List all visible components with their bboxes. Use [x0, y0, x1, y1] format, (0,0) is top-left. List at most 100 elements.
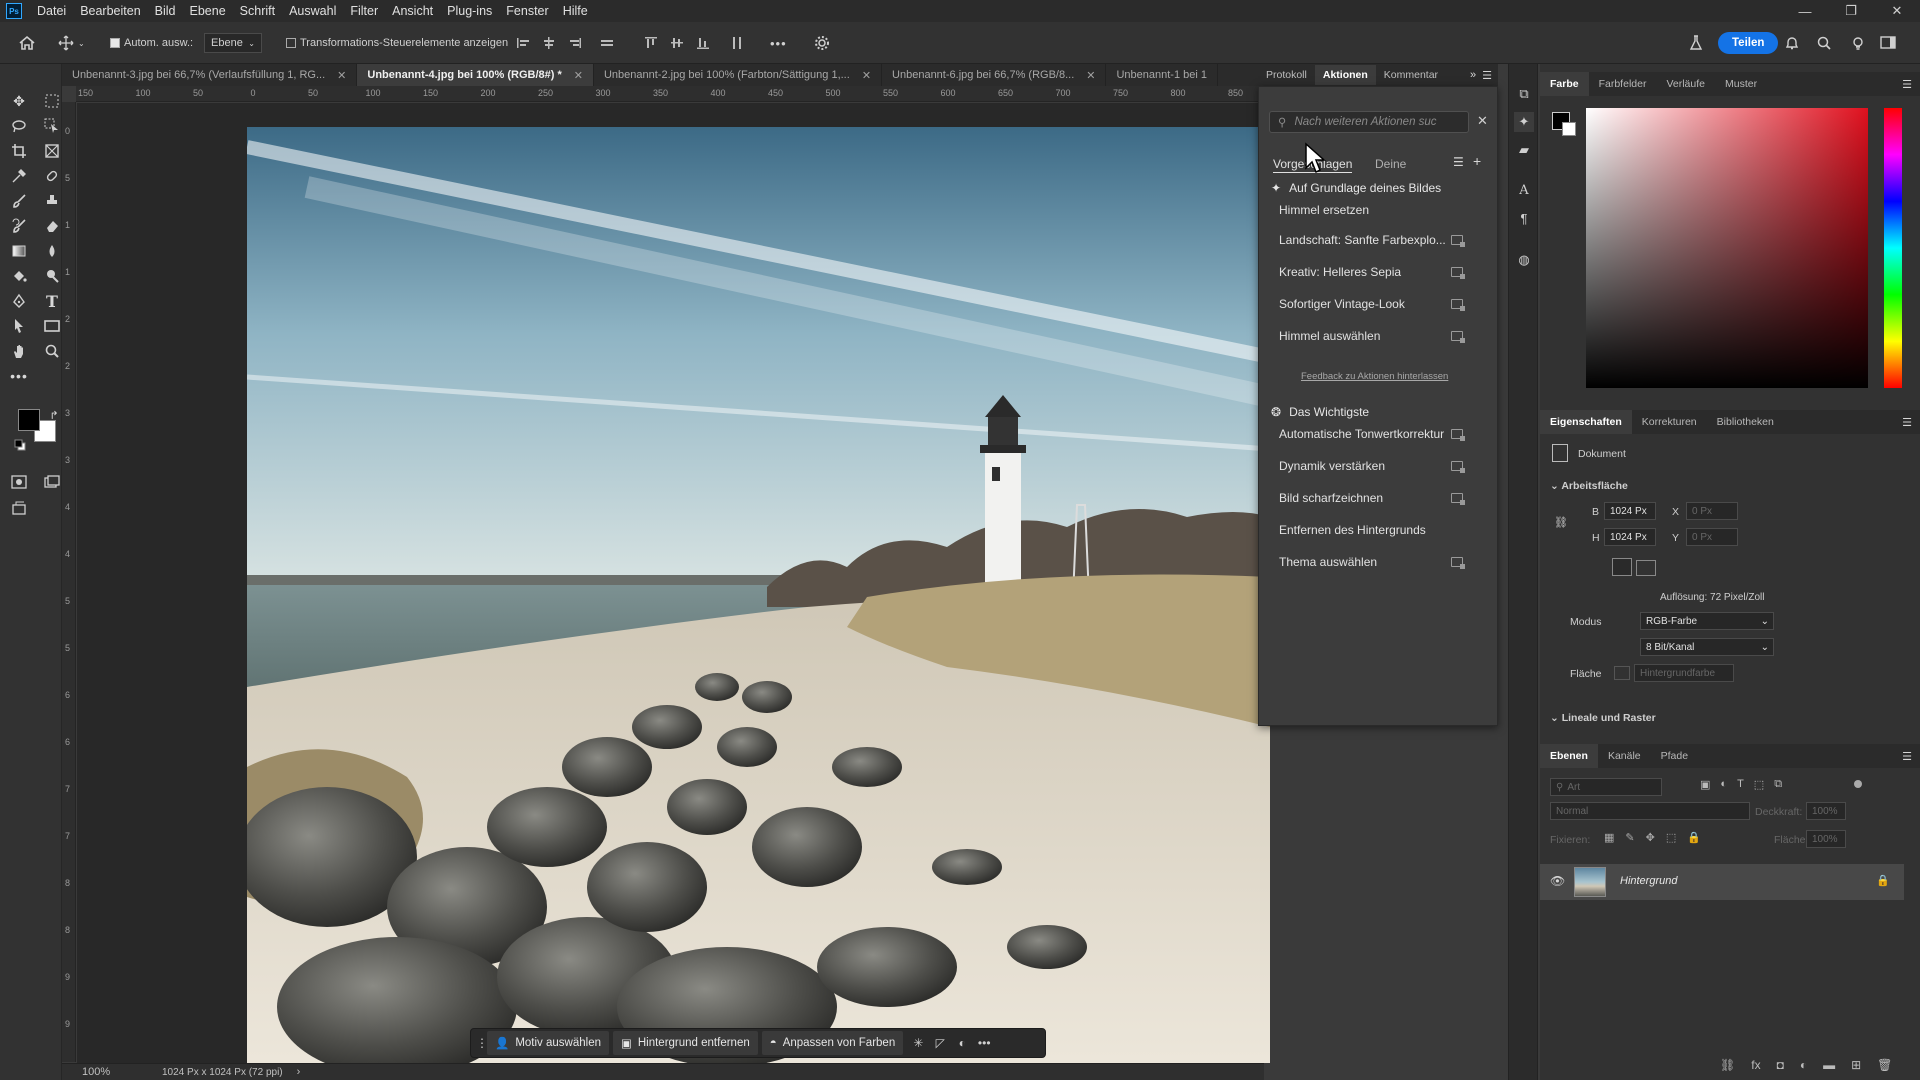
- adjust-colors-button[interactable]: ◓ Anpassen von Farben: [761, 1031, 904, 1055]
- landscape-orientation-icon[interactable]: [1636, 560, 1656, 576]
- checkbox-checked[interactable]: [110, 38, 120, 48]
- layer-name[interactable]: Hintergrund: [1620, 875, 1677, 887]
- bell-icon[interactable]: [1784, 22, 1800, 64]
- width-field[interactable]: 1024 Px: [1604, 502, 1656, 520]
- color-picker-field[interactable]: [1586, 108, 1868, 388]
- menu-ebene[interactable]: Ebene: [183, 0, 233, 22]
- action-select-sky[interactable]: Himmel auswählen: [1259, 323, 1475, 349]
- menu-hilfe[interactable]: Hilfe: [556, 0, 595, 22]
- blur-tool-icon[interactable]: [40, 240, 64, 262]
- background-color-swatch[interactable]: [1562, 122, 1576, 136]
- feedback-link[interactable]: Feedback zu Aktionen hinterlassen: [1301, 371, 1448, 382]
- tab-eigenschaften[interactable]: Eigenschaften: [1540, 410, 1632, 434]
- tab-kommentar[interactable]: Kommentar: [1376, 65, 1446, 85]
- move-tool-icon[interactable]: ✥: [7, 90, 31, 112]
- adjustment-filter-icon[interactable]: ◐: [1720, 778, 1727, 791]
- action-vintage[interactable]: Sofortiger Vintage-Look: [1259, 291, 1475, 317]
- document-tab[interactable]: Unbenannt-1 bei 1: [1106, 64, 1218, 86]
- actions-search-input[interactable]: ⚲ Nach weiteren Aktionen suc: [1269, 111, 1469, 133]
- clear-search-icon[interactable]: ✕: [1477, 113, 1488, 129]
- chevron-down-icon[interactable]: ⌄: [78, 39, 85, 48]
- align-top-icon[interactable]: [644, 22, 658, 64]
- tab-pfade[interactable]: Pfade: [1651, 744, 1698, 768]
- tab-farbe[interactable]: Farbe: [1540, 72, 1589, 96]
- action-replace-sky[interactable]: Himmel ersetzen: [1259, 197, 1475, 223]
- zoom-level[interactable]: 100%: [82, 1066, 132, 1078]
- canvas-image[interactable]: [247, 127, 1270, 1063]
- layer-row[interactable]: 👁 Hintergrund 🔒: [1540, 864, 1904, 900]
- search-icon[interactable]: [1816, 22, 1832, 64]
- opacity-field[interactable]: 100%: [1806, 802, 1846, 820]
- menu-filter[interactable]: Filter: [343, 0, 385, 22]
- flask-icon[interactable]: [1688, 22, 1704, 64]
- menu-bild[interactable]: Bild: [148, 0, 183, 22]
- document-tab[interactable]: Unbenannt-2.jpg bei 100% (Farbton/Sättig…: [593, 64, 883, 86]
- lightbulb-icon[interactable]: [1850, 22, 1866, 64]
- hand-tool-icon[interactable]: [7, 340, 31, 362]
- panel-menu-icon[interactable]: ☰: [1902, 416, 1912, 429]
- object-select-tool-icon[interactable]: [40, 115, 64, 137]
- chevron-right-icon[interactable]: ›: [297, 1066, 301, 1078]
- eyedropper-tool-icon[interactable]: [7, 165, 31, 187]
- sparkle-icon[interactable]: ✳: [907, 1032, 929, 1054]
- menu-plugins[interactable]: Plug-ins: [440, 0, 499, 22]
- glyph-icon[interactable]: ◍: [1514, 250, 1534, 270]
- remove-background-button[interactable]: ▣ Hintergrund entfernen: [612, 1031, 758, 1055]
- close-icon[interactable]: ✕: [1086, 69, 1095, 82]
- color-mode-dropdown[interactable]: RGB-Farbe ⌄: [1640, 612, 1774, 630]
- healing-brush-icon[interactable]: [40, 165, 64, 187]
- document-tab-active[interactable]: Unbenannt-4.jpg bei 100% (RGB/8#) * ✕: [357, 64, 594, 86]
- lock-position-icon[interactable]: ✥: [1646, 831, 1655, 844]
- panel-menu-icon[interactable]: ☰: [1902, 78, 1912, 91]
- tab-korrekturen[interactable]: Korrekturen: [1632, 410, 1707, 434]
- auto-select-target-dropdown[interactable]: Ebene ⌄: [204, 33, 262, 53]
- zoom-tool-icon[interactable]: [40, 340, 64, 362]
- transform-controls-checkbox[interactable]: Transformations-Steuerelemente anzeigen: [286, 22, 508, 64]
- select-subject-button[interactable]: 👤 Motiv auswählen: [487, 1031, 609, 1055]
- subtab-yours[interactable]: Deine: [1375, 157, 1406, 171]
- crop-tool-icon[interactable]: [7, 140, 31, 162]
- marquee-tool-icon[interactable]: [40, 90, 64, 112]
- content-aware-icon[interactable]: [7, 497, 31, 519]
- adjustment-layer-icon[interactable]: ◐: [1800, 1058, 1807, 1072]
- action-remove-bg[interactable]: Entfernen des Hintergrunds: [1259, 517, 1475, 543]
- add-icon[interactable]: +: [1473, 153, 1481, 169]
- vertical-ruler[interactable]: 0 5 1 1 2 2 3 3 4 4 5 5 6 6 7 7 8 8 9 9: [62, 102, 76, 1062]
- fx-icon[interactable]: fx: [1751, 1058, 1760, 1072]
- close-button[interactable]: ✕: [1874, 0, 1920, 22]
- menu-auswahl[interactable]: Auswahl: [282, 0, 343, 22]
- align-right-icon[interactable]: [568, 22, 582, 64]
- document-tab[interactable]: Unbenannt-6.jpg bei 66,7% (RGB/8... ✕: [882, 64, 1107, 86]
- rectangle-tool-icon[interactable]: [40, 315, 64, 337]
- layer-fill-field[interactable]: 100%: [1806, 830, 1846, 848]
- close-icon[interactable]: ✕: [862, 69, 871, 82]
- auto-select-checkbox[interactable]: Autom. ausw.:: [110, 22, 193, 64]
- history-brush-icon[interactable]: [7, 215, 31, 237]
- minimize-button[interactable]: —: [1782, 0, 1828, 22]
- workspace-icon[interactable]: [1880, 22, 1898, 64]
- group-folder-icon[interactable]: ▬: [1823, 1058, 1835, 1072]
- stamp-tool-icon[interactable]: [40, 190, 64, 212]
- path-select-icon[interactable]: [7, 315, 31, 337]
- action-landscape-color[interactable]: Landschaft: Sanfte Farbexplo...: [1259, 227, 1475, 253]
- document-tab[interactable]: Unbenannt-3.jpg bei 66,7% (Verlaufsfüllu…: [62, 64, 358, 86]
- eye-icon[interactable]: 👁: [1550, 874, 1565, 888]
- artboard-section[interactable]: ⌄ Arbeitsfläche: [1550, 480, 1628, 492]
- new-layer-icon[interactable]: ⊞: [1851, 1058, 1861, 1072]
- fill-dropdown[interactable]: Hintergrundfarbe: [1634, 664, 1734, 682]
- smart-object-filter-icon[interactable]: ⧉: [1774, 778, 1782, 791]
- dodge-tool-icon[interactable]: [40, 265, 64, 287]
- lock-pixels-icon[interactable]: ✎: [1625, 831, 1634, 844]
- tab-bibliotheken[interactable]: Bibliotheken: [1707, 410, 1784, 434]
- comment-icon[interactable]: ▰: [1514, 140, 1534, 160]
- adjustment-icon[interactable]: ◐: [951, 1032, 973, 1054]
- screen-mode-icon[interactable]: [40, 471, 64, 493]
- lock-all-icon[interactable]: 🔒: [1687, 831, 1701, 844]
- move-tool-icon[interactable]: ⌄: [58, 22, 85, 64]
- eraser-tool-icon[interactable]: [40, 215, 64, 237]
- align-left-icon[interactable]: [516, 22, 530, 64]
- paragraph-icon[interactable]: ¶: [1514, 208, 1534, 228]
- actions-icon[interactable]: ✦: [1514, 112, 1534, 132]
- more-options-button[interactable]: •••: [973, 1032, 995, 1054]
- menu-fenster[interactable]: Fenster: [499, 0, 555, 22]
